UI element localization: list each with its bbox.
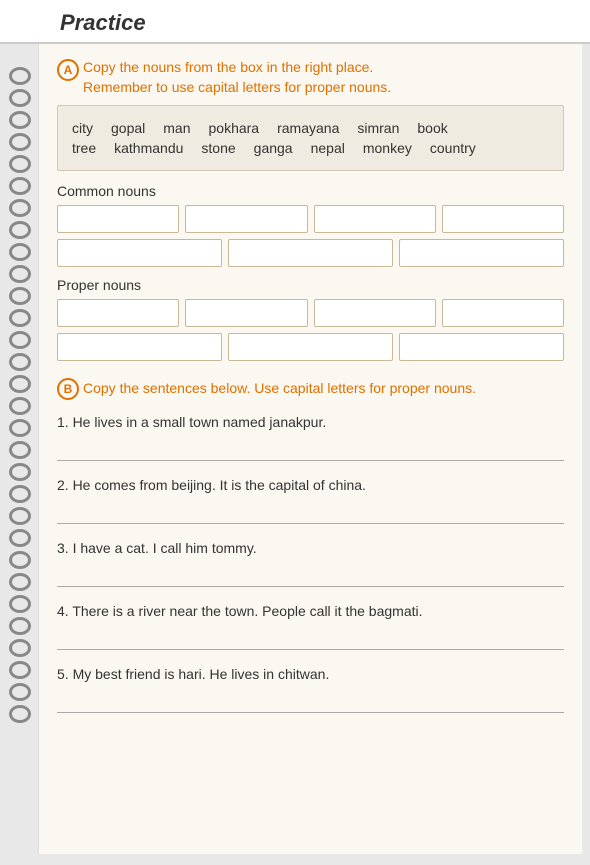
spiral-ring <box>9 397 31 415</box>
common-noun-input-7[interactable] <box>399 239 564 267</box>
spiral-ring <box>9 177 31 195</box>
spiral-ring <box>9 419 31 437</box>
write-line <box>57 565 564 587</box>
spiral-ring <box>9 309 31 327</box>
spiral-ring <box>9 155 31 173</box>
word-item: monkey <box>363 140 412 156</box>
word-row-1: city gopal man pokhara ramayana simran book <box>72 120 549 136</box>
section-a-header: A Copy the nouns from the box in the rig… <box>57 58 564 97</box>
write-line <box>57 502 564 524</box>
write-line <box>57 628 564 650</box>
sentence-item: 5. My best friend is hari. He lives in c… <box>57 664 564 713</box>
instruction-line1: Copy the nouns from the box in the right… <box>83 59 373 75</box>
common-nouns-label: Common nouns <box>57 183 564 199</box>
word-row-2: tree kathmandu stone ganga nepal monkey countr… <box>72 140 549 156</box>
spiral-ring <box>9 67 31 85</box>
spiral-ring <box>9 595 31 613</box>
word-item: gopal <box>111 120 145 136</box>
sentence-text: 5. My best friend is hari. He lives in c… <box>57 664 564 685</box>
proper-nouns-label: Proper nouns <box>57 277 564 293</box>
word-item: simran <box>357 120 399 136</box>
proper-noun-input-1[interactable] <box>57 299 179 327</box>
spiral-ring <box>9 551 31 569</box>
word-item: ganga <box>254 140 293 156</box>
instruction-line2: Remember to use capital letters for prop… <box>83 79 391 95</box>
word-item: kathmandu <box>114 140 183 156</box>
spiral-ring <box>9 331 31 349</box>
common-noun-input-5[interactable] <box>57 239 222 267</box>
word-item: city <box>72 120 93 136</box>
spiral-ring <box>9 441 31 459</box>
common-nouns-section: Common nouns <box>57 183 564 267</box>
word-item: country <box>430 140 476 156</box>
common-noun-input-2[interactable] <box>185 205 307 233</box>
common-nouns-row1 <box>57 205 564 233</box>
proper-nouns-row1 <box>57 299 564 327</box>
word-item: book <box>417 120 447 136</box>
word-item: tree <box>72 140 96 156</box>
page-header: Practice <box>0 0 590 44</box>
proper-noun-input-2[interactable] <box>185 299 307 327</box>
spiral-ring <box>9 111 31 129</box>
common-noun-input-6[interactable] <box>228 239 393 267</box>
spiral-ring <box>9 221 31 239</box>
spiral-ring <box>9 617 31 635</box>
common-noun-input-1[interactable] <box>57 205 179 233</box>
write-line <box>57 439 564 461</box>
spiral-ring <box>9 573 31 591</box>
sentences-container: 1. He lives in a small town named janakp… <box>57 412 564 713</box>
word-item: stone <box>201 140 235 156</box>
section-b-label: B <box>57 378 79 400</box>
spiral-ring <box>9 485 31 503</box>
main-content: A Copy the nouns from the box in the rig… <box>38 44 582 854</box>
spiral-ring <box>9 133 31 151</box>
spiral-ring <box>9 639 31 657</box>
proper-noun-input-5[interactable] <box>57 333 222 361</box>
spiral-ring <box>9 463 31 481</box>
write-line <box>57 691 564 713</box>
word-item: man <box>163 120 190 136</box>
word-item: ramayana <box>277 120 339 136</box>
section-a-label: A <box>57 59 79 81</box>
proper-noun-input-4[interactable] <box>442 299 564 327</box>
spiral-ring <box>9 265 31 283</box>
word-box: city gopal man pokhara ramayana simran book tr… <box>57 105 564 171</box>
section-a-instruction: Copy the nouns from the box in the right… <box>83 58 391 97</box>
spiral-ring <box>9 89 31 107</box>
spiral-ring <box>9 683 31 701</box>
spiral-ring <box>9 507 31 525</box>
sentence-text: 2. He comes from beijing. It is the capi… <box>57 475 564 496</box>
sentence-item: 2. He comes from beijing. It is the capi… <box>57 475 564 524</box>
word-item: nepal <box>311 140 345 156</box>
word-item: pokhara <box>209 120 260 136</box>
sentence-item: 3. I have a cat. I call him tommy. <box>57 538 564 587</box>
proper-nouns-row2 <box>57 333 564 361</box>
section-b-instruction: Copy the sentences below. Use capital le… <box>83 379 476 399</box>
common-noun-input-4[interactable] <box>442 205 564 233</box>
section-b-header: B Copy the sentences below. Use capital … <box>57 377 564 400</box>
spiral-ring <box>9 661 31 679</box>
proper-noun-input-6[interactable] <box>228 333 393 361</box>
spiral-ring <box>9 199 31 217</box>
spiral-ring <box>9 705 31 723</box>
common-noun-input-3[interactable] <box>314 205 436 233</box>
spiral-ring <box>9 287 31 305</box>
spiral-ring <box>9 529 31 547</box>
sentence-text: 1. He lives in a small town named janakp… <box>57 412 564 433</box>
sentence-item: 1. He lives in a small town named janakp… <box>57 412 564 461</box>
proper-noun-input-3[interactable] <box>314 299 436 327</box>
spiral-ring <box>9 353 31 371</box>
spiral-ring <box>9 243 31 261</box>
sentence-item: 4. There is a river near the town. Peopl… <box>57 601 564 650</box>
spiral-binding <box>0 55 40 865</box>
sentence-text: 3. I have a cat. I call him tommy. <box>57 538 564 559</box>
proper-noun-input-7[interactable] <box>399 333 564 361</box>
common-nouns-row2 <box>57 239 564 267</box>
proper-nouns-section: Proper nouns <box>57 277 564 361</box>
page-title: Practice <box>60 10 146 36</box>
spiral-ring <box>9 375 31 393</box>
sentence-text: 4. There is a river near the town. Peopl… <box>57 601 564 622</box>
